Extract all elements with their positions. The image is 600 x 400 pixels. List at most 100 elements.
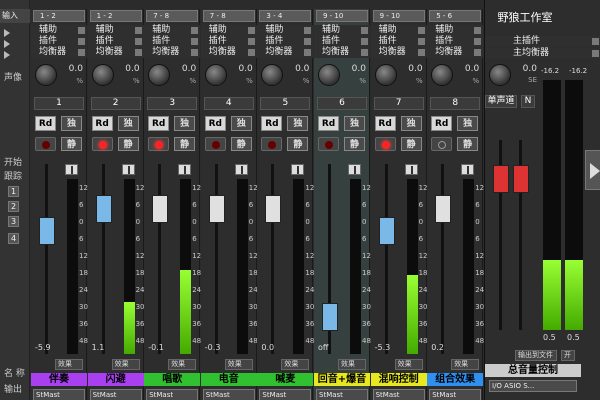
volume-fader[interactable] [265, 195, 282, 224]
read-button[interactable]: Rd [204, 116, 226, 131]
pan-knob[interactable] [318, 64, 340, 86]
channel-input-select[interactable]: 1 - 2 [33, 10, 85, 22]
channel-send-0[interactable]: 辅助 [370, 25, 427, 36]
record-button[interactable] [148, 137, 170, 151]
solo-button[interactable]: 独 [344, 116, 365, 131]
record-button[interactable] [431, 137, 453, 151]
send-expand-arrow[interactable] [4, 29, 10, 37]
eq-expand-arrow[interactable] [4, 51, 10, 59]
master-plugin-send[interactable]: 主插件 [485, 36, 600, 47]
solo-button[interactable]: 独 [457, 116, 479, 131]
channel-send-1[interactable]: 插件 [200, 36, 257, 47]
mute-button[interactable]: 静 [400, 137, 422, 151]
output-to-file-button[interactable]: 输出到文件 [515, 350, 557, 361]
channel-send-2[interactable]: 均衡器 [31, 47, 87, 58]
channel-send-2[interactable]: 均衡器 [257, 47, 314, 58]
channel-output-select[interactable]: StMast [259, 389, 312, 400]
fx-button[interactable]: 效果 [55, 359, 83, 370]
fx-button[interactable]: 效果 [281, 359, 310, 370]
volume-fader[interactable] [435, 195, 452, 224]
side-button-3[interactable]: 3 [8, 216, 19, 227]
channel-send-1[interactable]: 插件 [257, 36, 314, 47]
transport-play-button[interactable] [585, 150, 600, 190]
solo-button[interactable]: 独 [117, 116, 139, 131]
mute-button[interactable]: 静 [61, 137, 82, 151]
read-button[interactable]: Rd [431, 116, 453, 131]
open-button[interactable]: 开 [561, 350, 575, 361]
fx-button[interactable]: 效果 [111, 359, 140, 370]
channel-send-1[interactable]: 插件 [314, 36, 370, 47]
master-output-select[interactable]: I/O ASIO S... [489, 380, 577, 392]
fx-button[interactable]: 效果 [451, 359, 480, 370]
channel-output-select[interactable]: StMast [89, 389, 142, 400]
pan-knob[interactable] [431, 64, 454, 86]
channel-send-0[interactable]: 辅助 [314, 25, 370, 36]
read-button[interactable]: Rd [374, 116, 396, 131]
channel-send-1[interactable]: 插件 [87, 36, 144, 47]
volume-fader[interactable] [378, 216, 395, 245]
channel-send-0[interactable]: 辅助 [144, 25, 201, 36]
master-fader-left[interactable] [493, 165, 509, 193]
channel-send-1[interactable]: 插件 [31, 36, 87, 47]
read-button[interactable]: Rd [91, 116, 113, 131]
read-button[interactable]: Rd [148, 116, 170, 131]
channel-output-select[interactable]: StMast [33, 389, 85, 400]
n-button[interactable]: N [521, 95, 535, 108]
solo-button[interactable]: 独 [400, 116, 422, 131]
mute-button[interactable]: 静 [344, 137, 365, 151]
channel-input-select[interactable]: 9 - 10 [372, 10, 425, 22]
record-button[interactable] [35, 137, 56, 151]
pan-knob[interactable] [374, 64, 397, 86]
channel-input-select[interactable]: 9 - 10 [316, 10, 368, 22]
volume-fader[interactable] [322, 303, 338, 332]
plugin-expand-arrow[interactable] [4, 40, 10, 48]
side-button-4[interactable]: 4 [8, 233, 19, 244]
channel-output-select[interactable]: StMast [146, 389, 199, 400]
channel-output-select[interactable]: StMast [429, 389, 482, 400]
channel-send-0[interactable]: 辅助 [200, 25, 257, 36]
pan-knob[interactable] [204, 64, 227, 86]
channel-send-1[interactable]: 插件 [427, 36, 484, 47]
master-pan-knob[interactable] [489, 64, 511, 86]
pan-knob[interactable] [261, 64, 284, 86]
volume-fader[interactable] [39, 216, 55, 245]
fx-button[interactable]: 效果 [168, 359, 197, 370]
side-button-1[interactable]: 1 [8, 186, 19, 197]
channel-send-2[interactable]: 均衡器 [87, 47, 144, 58]
mute-button[interactable]: 静 [287, 137, 309, 151]
record-button[interactable] [261, 137, 283, 151]
volume-fader[interactable] [208, 195, 225, 224]
pan-knob[interactable] [35, 64, 57, 86]
fx-button[interactable]: 效果 [224, 359, 253, 370]
pan-knob[interactable] [148, 64, 171, 86]
solo-button[interactable]: 独 [174, 116, 196, 131]
fx-button[interactable]: 效果 [394, 359, 423, 370]
volume-fader[interactable] [95, 195, 112, 224]
solo-button[interactable]: 独 [287, 116, 309, 131]
fx-button[interactable]: 效果 [338, 359, 366, 370]
channel-send-2[interactable]: 均衡器 [314, 47, 370, 58]
channel-send-2[interactable]: 均衡器 [200, 47, 257, 58]
channel-input-select[interactable]: 7 - 8 [146, 10, 199, 22]
channel-send-2[interactable]: 均衡器 [144, 47, 201, 58]
channel-send-0[interactable]: 辅助 [31, 25, 87, 36]
channel-send-2[interactable]: 均衡器 [427, 47, 484, 58]
channel-send-0[interactable]: 辅助 [257, 25, 314, 36]
channel-send-2[interactable]: 均衡器 [370, 47, 427, 58]
master-eq-send[interactable]: 主均衡器 [485, 48, 600, 59]
record-button[interactable] [318, 137, 339, 151]
master-fader-right[interactable] [513, 165, 529, 193]
mute-button[interactable]: 静 [117, 137, 139, 151]
pan-knob[interactable] [91, 64, 114, 86]
record-button[interactable] [374, 137, 396, 151]
mono-button[interactable]: 单声道 [485, 95, 517, 108]
record-button[interactable] [204, 137, 226, 151]
channel-send-0[interactable]: 辅助 [87, 25, 144, 36]
channel-input-select[interactable]: 5 - 6 [429, 10, 482, 22]
mute-button[interactable]: 静 [230, 137, 252, 151]
channel-output-select[interactable]: StMast [316, 389, 368, 400]
record-button[interactable] [91, 137, 113, 151]
side-button-2[interactable]: 2 [8, 201, 19, 212]
solo-button[interactable]: 独 [61, 116, 82, 131]
volume-fader[interactable] [152, 195, 169, 224]
